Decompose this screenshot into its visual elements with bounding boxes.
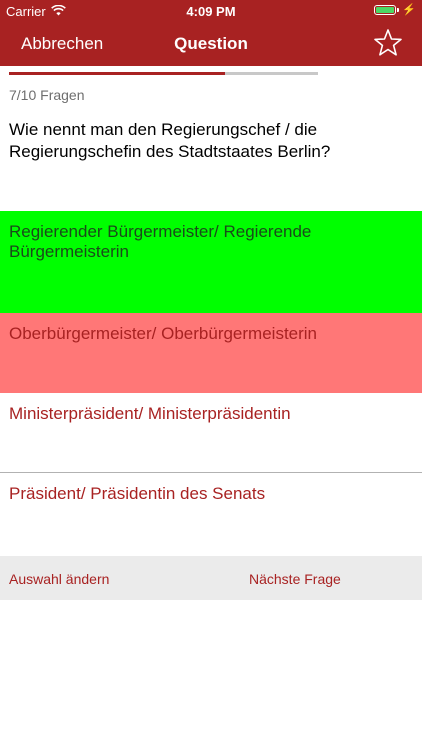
battery-icon bbox=[374, 5, 397, 15]
status-bar: Carrier 4:09 PM ⚡ bbox=[0, 0, 422, 22]
battery-tip bbox=[397, 8, 400, 12]
answer-option-1[interactable]: Regierender Bürgermeister/ Regierende Bü… bbox=[0, 211, 422, 313]
charging-bolt-icon: ⚡ bbox=[402, 4, 416, 16]
progress-bar bbox=[9, 72, 318, 75]
answer-list: Regierender Bürgermeister/ Regierende Bü… bbox=[0, 211, 422, 553]
answer-option-label: Regierender Bürgermeister/ Regierende Bü… bbox=[9, 222, 312, 261]
progress-fill bbox=[9, 72, 226, 75]
footer-toolbar: Auswahl ändern Nächste Frage bbox=[0, 556, 422, 600]
next-question-button[interactable]: Nächste Frage bbox=[249, 571, 341, 587]
battery-fill bbox=[376, 7, 395, 13]
status-time: 4:09 PM bbox=[186, 4, 236, 19]
question-counter: 7/10 Fragen bbox=[9, 87, 85, 103]
answer-option-4[interactable]: Präsident/ Präsidentin des Senats bbox=[0, 473, 422, 553]
page-title: Question bbox=[174, 34, 248, 53]
navigation-bar: Abbrechen Question bbox=[0, 22, 422, 66]
answer-option-2[interactable]: Oberbürgermeister/ Oberbürgermeisterin bbox=[0, 313, 422, 393]
answer-option-label: Präsident/ Präsidentin des Senats bbox=[9, 484, 266, 503]
app-header: Carrier 4:09 PM ⚡ Abbrechen Question bbox=[0, 0, 422, 66]
change-selection-button[interactable]: Auswahl ändern bbox=[9, 571, 109, 587]
answer-option-3[interactable]: Ministerpräsident/ Ministerpräsidentin bbox=[0, 393, 422, 473]
star-outline-icon[interactable] bbox=[373, 28, 403, 58]
answer-option-label: Ministerpräsident/ Ministerpräsidentin bbox=[9, 404, 291, 423]
answer-option-label: Oberbürgermeister/ Oberbürgermeisterin bbox=[9, 324, 318, 343]
battery-group: ⚡ bbox=[374, 4, 416, 16]
question-text: Wie nennt man den Regierungschef / die R… bbox=[9, 120, 331, 161]
